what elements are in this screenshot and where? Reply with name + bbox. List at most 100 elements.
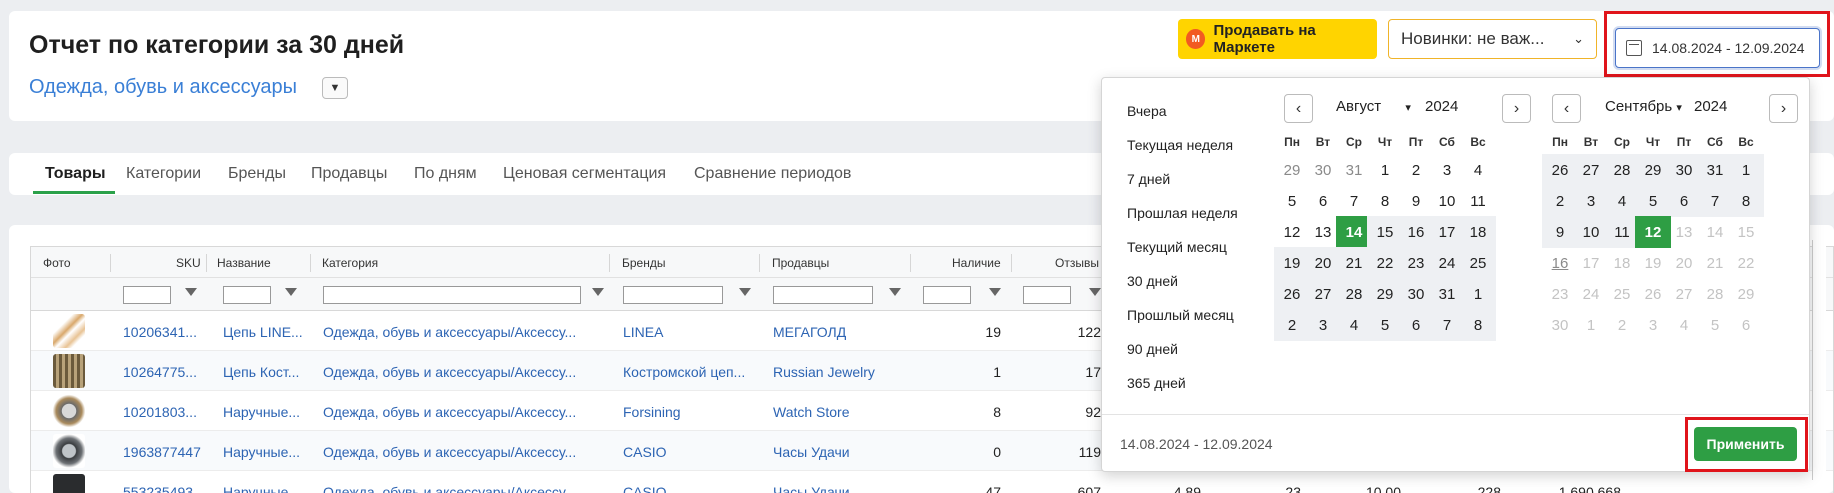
product-photo[interactable] bbox=[53, 354, 85, 388]
calendar-day[interactable]: 25 bbox=[1460, 247, 1496, 279]
sku-link[interactable]: 10264775... bbox=[123, 364, 201, 380]
filter-icon[interactable] bbox=[185, 288, 197, 296]
column-name[interactable]: Название bbox=[217, 256, 271, 270]
category-link[interactable]: Одежда, обувь и аксессуары bbox=[29, 76, 297, 99]
category-dropdown-button[interactable]: ▼ bbox=[322, 77, 348, 99]
calendar-day[interactable]: 1 bbox=[1460, 278, 1496, 310]
brand-link[interactable]: CASIO bbox=[623, 484, 755, 493]
tab-by-days[interactable]: По дням bbox=[414, 165, 477, 183]
calendar-day[interactable]: 18 bbox=[1460, 216, 1496, 248]
preset-7-days[interactable]: 7 дней bbox=[1127, 171, 1170, 187]
filter-icon[interactable] bbox=[889, 288, 901, 296]
product-photo[interactable] bbox=[53, 434, 85, 468]
stock-value: 8 bbox=[993, 404, 1001, 420]
column-reviews[interactable]: Отзывы bbox=[1055, 256, 1099, 270]
product-name-link[interactable]: Цепь Кост... bbox=[223, 364, 305, 380]
table-row[interactable]: 553235493 Наручные... Одежда, обувь и ак… bbox=[31, 471, 1833, 493]
filter-icon[interactable] bbox=[285, 288, 297, 296]
calendar-day[interactable]: 29 bbox=[1728, 278, 1764, 310]
sku-filter-input[interactable] bbox=[123, 286, 171, 304]
seller-link[interactable]: Часы Удачи bbox=[773, 444, 905, 460]
brand-filter-input[interactable] bbox=[623, 286, 723, 304]
right-year-value[interactable]: 2024 bbox=[1694, 98, 1727, 115]
preset-last-week[interactable]: Прошлая неделя bbox=[1127, 205, 1238, 221]
prev-month-button[interactable]: ‹ bbox=[1284, 94, 1313, 123]
left-year-value[interactable]: 2024 bbox=[1425, 98, 1458, 115]
sku-link[interactable]: 1963877447 bbox=[123, 444, 201, 460]
name-filter-input[interactable] bbox=[223, 286, 271, 304]
column-brands[interactable]: Бренды bbox=[622, 256, 665, 270]
seller-link[interactable]: Часы Удачи bbox=[773, 484, 905, 493]
column-stock[interactable]: Наличие bbox=[952, 256, 1001, 270]
category-link[interactable]: Одежда, обувь и аксессуары/Аксессу... bbox=[323, 484, 605, 493]
seller-link[interactable]: Russian Jewelry bbox=[773, 364, 905, 380]
preset-90-days[interactable]: 90 дней bbox=[1127, 341, 1178, 357]
brand-link[interactable]: Костромской цеп... bbox=[623, 364, 755, 380]
seller-filter-input[interactable] bbox=[773, 286, 873, 304]
seller-link[interactable]: Watch Store bbox=[773, 404, 905, 420]
sku-link[interactable]: 10206341... bbox=[123, 324, 201, 340]
filter-icon[interactable] bbox=[1089, 288, 1101, 296]
column-sku[interactable]: SKU bbox=[176, 256, 201, 270]
category-link[interactable]: Одежда, обувь и аксессуары/Аксессу... bbox=[323, 364, 605, 380]
left-month-select[interactable]: Август ▾ bbox=[1336, 98, 1411, 115]
next-month-button-left[interactable]: › bbox=[1502, 94, 1531, 123]
calendar-day[interactable]: 4 bbox=[1460, 154, 1496, 186]
filter-icon[interactable] bbox=[739, 288, 751, 296]
product-photo[interactable] bbox=[53, 314, 85, 348]
preset-current-week[interactable]: Текущая неделя bbox=[1127, 137, 1233, 153]
category-filter-input[interactable] bbox=[323, 286, 581, 304]
preset-current-month[interactable]: Текущий месяц bbox=[1127, 239, 1227, 255]
tab-period-comparison[interactable]: Сравнение периодов bbox=[694, 165, 851, 183]
product-name-link[interactable]: Наручные... bbox=[223, 444, 305, 460]
product-photo[interactable] bbox=[53, 474, 85, 493]
product-photo[interactable] bbox=[53, 394, 85, 428]
product-name-link[interactable]: Наручные... bbox=[223, 484, 305, 493]
tab-brands[interactable]: Бренды bbox=[228, 165, 286, 183]
calendar-day[interactable]: 6 bbox=[1728, 309, 1764, 341]
product-name-link[interactable]: Наручные... bbox=[223, 404, 305, 420]
column-category[interactable]: Категория bbox=[322, 256, 378, 270]
stock-filter-input[interactable] bbox=[923, 286, 971, 304]
apply-button[interactable]: Применить bbox=[1694, 427, 1797, 461]
column-photo[interactable]: Фото bbox=[43, 256, 71, 270]
tab-products[interactable]: Товары bbox=[45, 165, 106, 183]
preset-365-days[interactable]: 365 дней bbox=[1127, 375, 1186, 391]
filter-icon[interactable] bbox=[592, 288, 604, 296]
sku-link[interactable]: 553235493 bbox=[123, 484, 201, 493]
sell-on-market-button[interactable]: М Продавать на Маркете bbox=[1178, 19, 1377, 59]
tab-categories[interactable]: Категории bbox=[126, 165, 201, 183]
calendar-day[interactable]: 11 bbox=[1460, 185, 1496, 217]
sell-on-market-label: Продавать на Маркете bbox=[1213, 22, 1316, 56]
sku-link[interactable]: 10201803... bbox=[123, 404, 201, 420]
column-sellers[interactable]: Продавцы bbox=[772, 256, 829, 270]
reviews-filter-input[interactable] bbox=[1023, 286, 1071, 304]
preset-yesterday[interactable]: Вчера bbox=[1127, 103, 1167, 119]
preset-30-days[interactable]: 30 дней bbox=[1127, 273, 1178, 289]
novelty-select[interactable]: Новинки: не важ... ⌄ bbox=[1388, 19, 1597, 59]
category-link[interactable]: Одежда, обувь и аксессуары/Аксессу... bbox=[323, 404, 605, 420]
category-link[interactable]: Одежда, обувь и аксессуары/Аксессу... bbox=[323, 444, 605, 460]
preset-last-month[interactable]: Прошлый месяц bbox=[1127, 307, 1234, 323]
brand-link[interactable]: Forsining bbox=[623, 404, 755, 420]
page-title: Отчет по категории за 30 дней bbox=[29, 31, 405, 59]
brand-link[interactable]: CASIO bbox=[623, 444, 755, 460]
right-month-select[interactable]: Сентябрь ▾ bbox=[1605, 98, 1682, 115]
calendar-day[interactable]: 1 bbox=[1728, 154, 1764, 186]
calendar-day[interactable]: 8 bbox=[1460, 309, 1496, 341]
calendar-day[interactable]: 8 bbox=[1728, 185, 1764, 217]
next-month-button[interactable]: › bbox=[1769, 94, 1798, 123]
seller-link[interactable]: МЕГАГОЛД bbox=[773, 324, 905, 340]
brand-link[interactable]: LINEA bbox=[623, 324, 755, 340]
category-link[interactable]: Одежда, обувь и аксессуары/Аксессу... bbox=[323, 324, 605, 340]
tab-sellers[interactable]: Продавцы bbox=[311, 165, 387, 183]
calendar-day[interactable]: 15 bbox=[1728, 216, 1764, 248]
calendar-day[interactable]: 22 bbox=[1728, 247, 1764, 279]
date-range-input[interactable]: 14.08.2024 - 12.09.2024 bbox=[1615, 28, 1820, 68]
filter-icon[interactable] bbox=[989, 288, 1001, 296]
tab-price-segmentation[interactable]: Ценовая сегментация bbox=[503, 165, 666, 183]
prev-month-button-right[interactable]: ‹ bbox=[1552, 94, 1581, 123]
product-name-link[interactable]: Цепь LINE... bbox=[223, 324, 305, 340]
novelty-select-value: Новинки: не важ... bbox=[1401, 29, 1545, 48]
revenue-value: 1 690 668 bbox=[1558, 484, 1621, 493]
